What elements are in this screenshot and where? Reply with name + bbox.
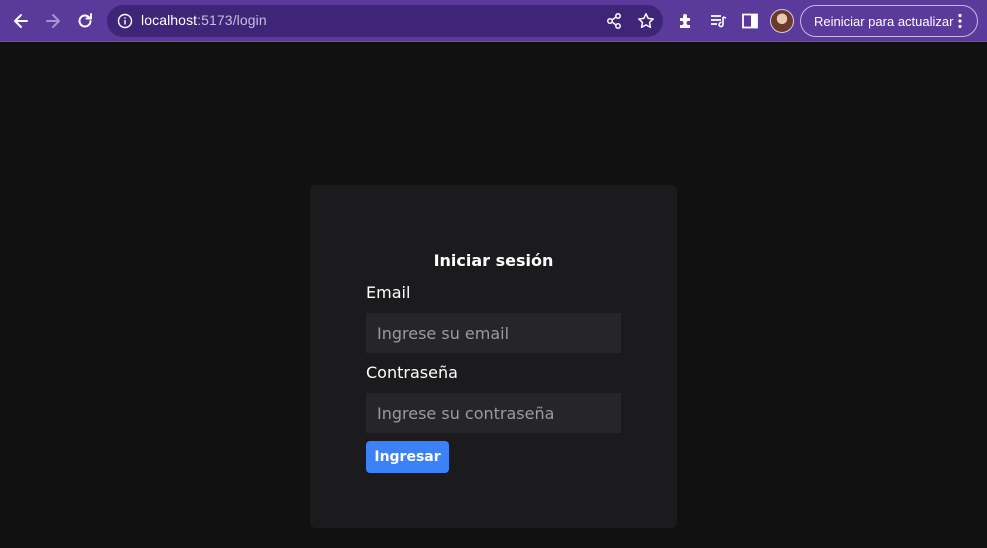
- email-field[interactable]: [366, 313, 621, 353]
- back-button[interactable]: [6, 6, 36, 36]
- info-icon[interactable]: [117, 13, 133, 29]
- extensions-icon[interactable]: [676, 11, 696, 31]
- url-host: localhost: [141, 12, 198, 28]
- profile-avatar[interactable]: [770, 9, 794, 33]
- star-icon[interactable]: [636, 11, 656, 31]
- email-label: Email: [366, 283, 411, 302]
- forward-button[interactable]: [38, 6, 68, 36]
- update-button-label: Reiniciar para actualizar: [814, 13, 954, 29]
- share-icon[interactable]: [604, 11, 624, 31]
- reading-list-icon[interactable]: [708, 11, 728, 31]
- address-bar[interactable]: localhost:5173/login: [107, 5, 663, 37]
- forward-icon: [46, 14, 60, 28]
- reload-button[interactable]: [70, 6, 100, 36]
- login-card: Iniciar sesión Email Contraseña Ingresar: [310, 185, 677, 528]
- password-field[interactable]: [366, 393, 621, 433]
- submit-button[interactable]: Ingresar: [366, 441, 449, 473]
- password-label: Contraseña: [366, 363, 458, 382]
- login-title: Iniciar sesión: [433, 251, 554, 270]
- kebab-menu-icon[interactable]: [951, 12, 969, 30]
- url-path: :5173/login: [197, 12, 267, 28]
- update-button[interactable]: Reiniciar para actualizar: [800, 5, 978, 37]
- browser-toolbar: localhost:5173/login Reiniciar para actu…: [0, 0, 987, 42]
- reload-icon: [78, 13, 92, 28]
- back-icon: [14, 14, 28, 28]
- url-text[interactable]: localhost:5173/login: [141, 12, 267, 28]
- side-panel-icon[interactable]: [740, 11, 760, 31]
